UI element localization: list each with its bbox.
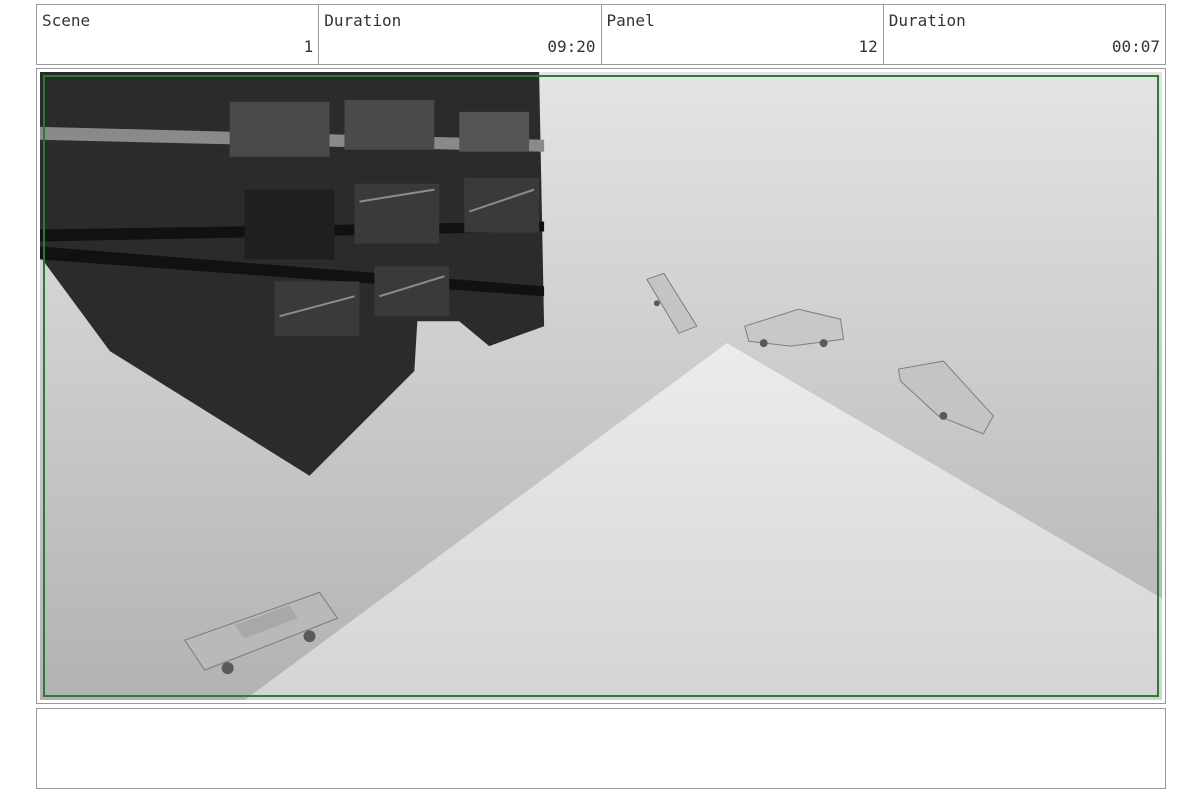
panel-field[interactable]: Panel 12 [602, 5, 884, 64]
scene-value: 1 [303, 37, 314, 56]
panel-viewport [40, 72, 1162, 700]
panel-image [40, 72, 1162, 700]
panel-duration-field[interactable]: Duration 00:07 [884, 5, 1165, 64]
panel-duration-label: Duration [888, 11, 966, 30]
storyboard-panel[interactable] [36, 68, 1166, 704]
panel-label: Panel [606, 11, 655, 30]
scene-duration-value: 09:20 [547, 37, 596, 56]
panel-value: 12 [858, 37, 878, 56]
storyboard-header: Scene 1 Duration 09:20 Panel 12 Duration… [36, 4, 1166, 65]
panel-duration-value: 00:07 [1111, 37, 1160, 56]
scene-label: Scene [42, 11, 91, 30]
notes-area[interactable] [36, 708, 1166, 789]
scene-duration-label: Duration [324, 11, 402, 30]
scene-field[interactable]: Scene 1 [37, 5, 320, 64]
scene-duration-field[interactable]: Duration 09:20 [319, 5, 602, 64]
